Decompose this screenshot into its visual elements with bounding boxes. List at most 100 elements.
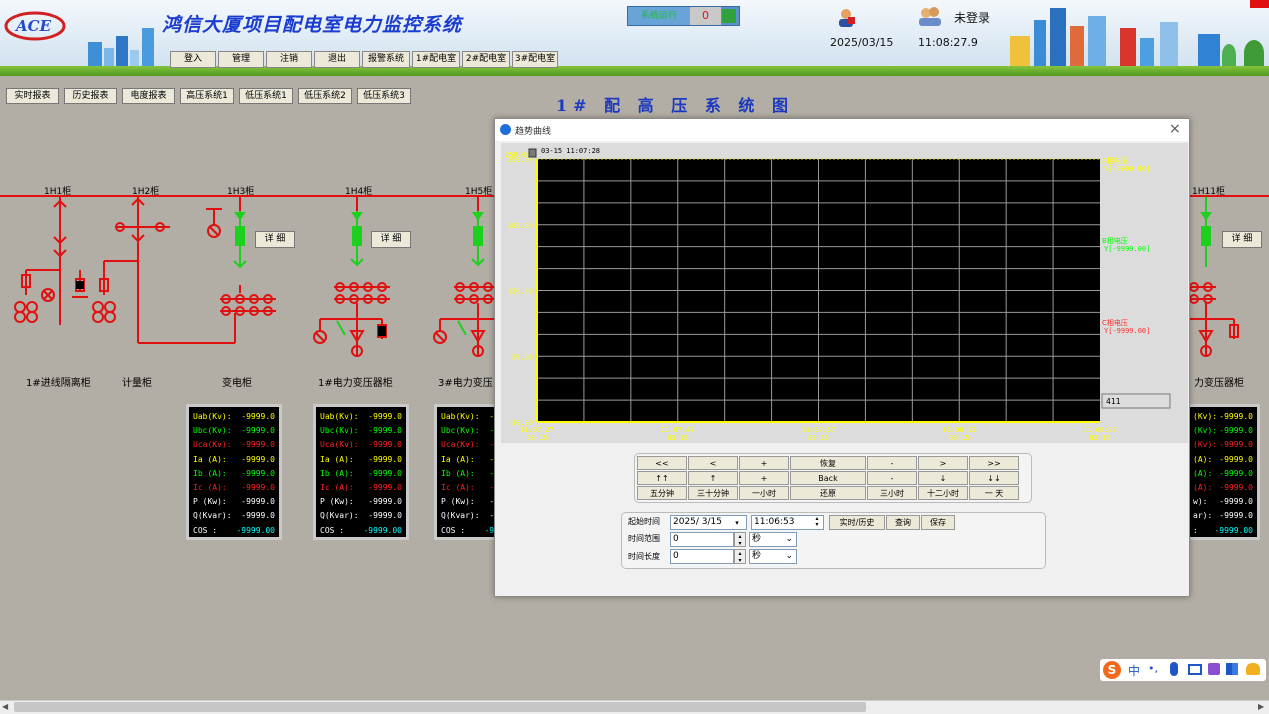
chart-nav-button-r0c2[interactable]: +: [739, 456, 789, 470]
svg-text:ACE: ACE: [14, 17, 52, 35]
x-tick-date-label: 03-15: [949, 434, 970, 442]
chart-nav-button-r1c0[interactable]: ↑↑: [637, 471, 687, 485]
panel-row: Ib (A): -9999.0: [320, 467, 402, 481]
panel-key: Uab(Kv):: [320, 412, 359, 421]
toolbar-history-report[interactable]: 历史报表: [64, 88, 117, 104]
length-spinner-icon[interactable]: ▴ ▾: [734, 549, 746, 564]
toolbar-realtime-report[interactable]: 实时报表: [6, 88, 59, 104]
detail-button-1h11[interactable]: 详 细: [1222, 231, 1262, 248]
toolbar-lv-system-1[interactable]: 低压系统1: [239, 88, 293, 104]
time-spinner-icon[interactable]: ▴ ▾: [812, 516, 822, 529]
chart-nav-button-r2c1[interactable]: 三十分钟: [688, 486, 738, 500]
length-label: 时间长度: [628, 552, 660, 561]
chart-nav-button-r0c1[interactable]: <: [688, 456, 738, 470]
x-tick-time-label: 11:08:27: [1083, 426, 1117, 434]
panel-key: COS :: [193, 525, 218, 535]
range-spinner-icon[interactable]: ▴ ▾: [734, 532, 746, 547]
calendar-dropdown-icon[interactable]: ▾: [729, 517, 745, 528]
menu-room-3[interactable]: 3#配电室: [512, 51, 558, 68]
menu-exit[interactable]: 退出: [314, 51, 360, 68]
chart-nav-button-r1c2[interactable]: +: [739, 471, 789, 485]
keyboard-icon[interactable]: [1188, 664, 1202, 675]
panel-key: (Kv):: [1193, 412, 1218, 421]
chart-nav-button-r2c2[interactable]: 一小时: [739, 486, 789, 500]
query-button[interactable]: 查询: [886, 515, 920, 530]
detail-button-1h3[interactable]: 详 细: [255, 231, 295, 248]
range-unit-select[interactable]: 秒 ⌄: [749, 532, 797, 547]
panel-key: Uca(Kv):: [320, 440, 359, 450]
panel-row: (A): -9999.0: [1193, 453, 1253, 467]
toolbox-icon[interactable]: [1226, 663, 1238, 675]
toolbar-energy-report[interactable]: 电度报表: [122, 88, 175, 104]
skin-icon[interactable]: [1208, 663, 1220, 675]
single-line-diagram-right: [1190, 197, 1239, 357]
x-tick-time-label: 11:07:42: [661, 426, 695, 434]
trend-chart[interactable]: 250.00185.00120.0055.00-10.00250.00 03-15…: [501, 143, 1188, 443]
toolbar-lv-system-3[interactable]: 低压系统3: [357, 88, 411, 104]
dialog-title-bar[interactable]: 趋势曲线 ×: [495, 119, 1189, 141]
range-input[interactable]: 0: [670, 532, 734, 547]
scroll-right-icon[interactable]: ▶: [1258, 702, 1264, 711]
chart-nav-button-r1c3[interactable]: Back: [790, 471, 866, 485]
start-time-input[interactable]: 11:06:53 ▴ ▾: [751, 515, 824, 530]
panel-key: COS :: [320, 525, 345, 535]
punctuation-icon[interactable]: •,: [1148, 662, 1158, 675]
panel-value: -9999.0: [1219, 426, 1253, 436]
start-date-picker[interactable]: 2025/ 3/15 ▾: [670, 515, 747, 530]
chart-nav-button-r2c4[interactable]: 三小时: [867, 486, 917, 500]
panel-key: P (Kw):: [193, 497, 227, 507]
chart-nav-button-r1c4[interactable]: -: [867, 471, 917, 485]
chart-nav-button-r1c1[interactable]: ↑: [688, 471, 738, 485]
chart-nav-button-r2c5[interactable]: 十二小时: [918, 486, 968, 500]
panel-key: Q(Kvar):: [441, 511, 480, 521]
panel-row: w): -9999.0: [1193, 495, 1253, 509]
legend-series-value: Y[-9999.00]: [1104, 245, 1150, 253]
alarm-status-label: 系统运行: [628, 7, 690, 25]
close-icon[interactable]: ×: [1169, 121, 1181, 137]
chart-nav-button-r2c6[interactable]: 一 天: [969, 486, 1019, 500]
chart-nav-button-r1c5[interactable]: ↓: [918, 471, 968, 485]
microphone-icon[interactable]: [1170, 662, 1178, 676]
alarm-ack-button[interactable]: [722, 9, 736, 23]
panel-value: -9999.0: [241, 482, 275, 492]
chart-nav-button-r0c3[interactable]: 恢复: [790, 456, 866, 470]
scroll-left-icon[interactable]: ◀: [2, 702, 8, 711]
login-status[interactable]: 未登录: [954, 9, 990, 26]
start-date-value: 2025/ 3/15: [673, 517, 723, 527]
toolbar-lv-system-2[interactable]: 低压系统2: [298, 88, 352, 104]
panel-row: Ic (A): -9999.0: [320, 481, 402, 495]
detail-button-1h4[interactable]: 详 细: [371, 231, 411, 248]
save-button[interactable]: 保存: [921, 515, 955, 530]
chart-nav-button-r0c5[interactable]: >: [918, 456, 968, 470]
trend-chart-area: 250.00 185.00 120.00 55.00 -10.00 250.00 03-15…: [501, 143, 1188, 443]
alarm-status-box[interactable]: 系统运行 0: [627, 6, 740, 26]
menu-logout[interactable]: 注销: [266, 51, 312, 68]
toolbar-hv-system-1[interactable]: 高压系统1: [180, 88, 234, 104]
menu-manage[interactable]: 管理: [218, 51, 264, 68]
ime-mode-icon[interactable]: 中: [1128, 662, 1140, 679]
panel-key: COS :: [441, 525, 466, 535]
sogou-logo-icon[interactable]: S: [1103, 661, 1121, 679]
legend-series-name: A相电压: [1102, 156, 1128, 165]
panel-value: -9999.0: [1219, 440, 1253, 450]
chart-nav-button-r0c0[interactable]: <<: [637, 456, 687, 470]
panel-row: ar): -9999.0: [1193, 509, 1253, 523]
current-date: 2025/03/15: [830, 36, 894, 49]
chart-nav-button-r0c6[interactable]: >>: [969, 456, 1019, 470]
horizontal-scroll-thumb[interactable]: [14, 702, 866, 712]
menu-login[interactable]: 登入: [170, 51, 216, 68]
length-unit-select[interactable]: 秒 ⌄: [749, 549, 797, 564]
chart-nav-button-r2c0[interactable]: 五分钟: [637, 486, 687, 500]
menu-room-2[interactable]: 2#配电室: [462, 51, 510, 68]
chart-nav-button-r2c3[interactable]: 还原: [790, 486, 866, 500]
more-tools-icon[interactable]: [1246, 663, 1260, 675]
realtime-history-toggle-button[interactable]: 实时/历史: [829, 515, 885, 530]
chart-nav-button-r0c4[interactable]: -: [867, 456, 917, 470]
panel-row: (Kv): -9999.0: [1193, 424, 1253, 438]
length-input[interactable]: 0: [670, 549, 734, 564]
menu-room-1[interactable]: 1#配电室: [412, 51, 460, 68]
menu-alarm-system[interactable]: 报警系统: [362, 51, 410, 68]
ime-toolbar[interactable]: S 中 •,: [1100, 659, 1266, 681]
panel-key: Ubc(Kv):: [441, 426, 480, 436]
chart-nav-button-r1c6[interactable]: ↓↓: [969, 471, 1019, 485]
